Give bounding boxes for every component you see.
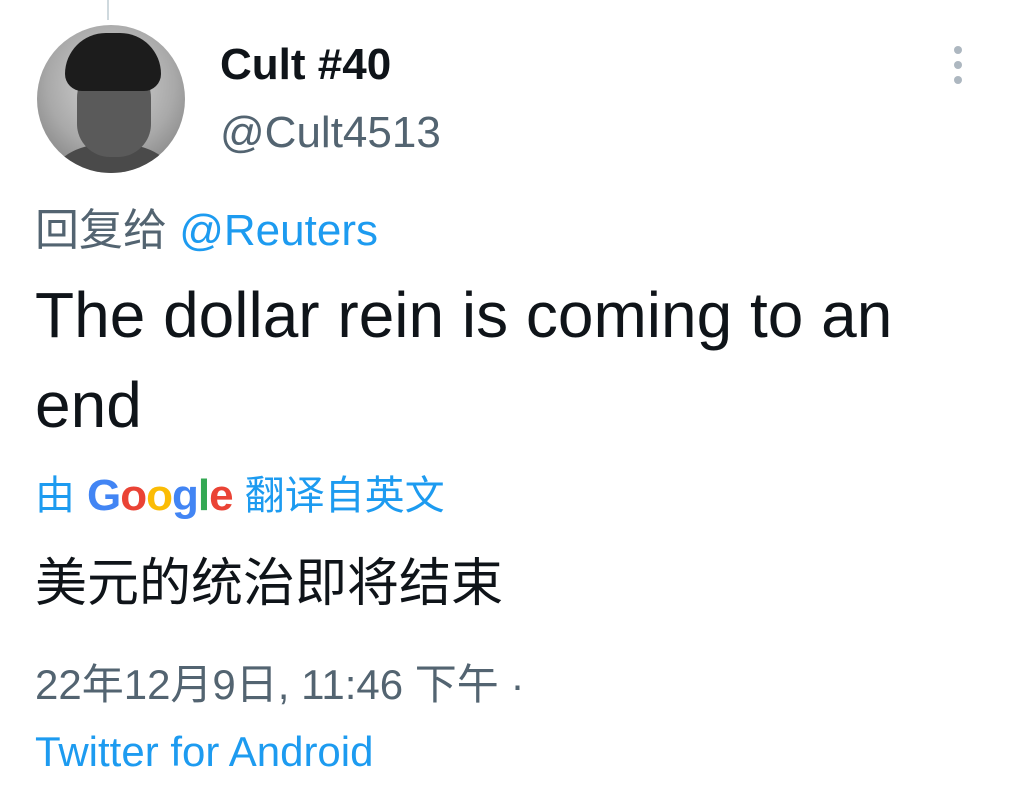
translated-text: 美元的统治即将结束 xyxy=(35,555,504,613)
google-logo-letter: o xyxy=(120,471,147,520)
google-logo-letter: o xyxy=(146,471,173,520)
avatar[interactable] xyxy=(37,25,185,173)
more-vertical-icon xyxy=(954,46,962,54)
google-logo-letter: G xyxy=(87,471,121,520)
translated-prefix: 由 xyxy=(35,474,75,518)
display-name[interactable]: Cult #40 xyxy=(220,40,391,90)
more-options-button[interactable] xyxy=(940,40,976,90)
tweet-text: The dollar rein is coming to an end xyxy=(35,279,893,441)
reply-mention-link[interactable]: @Reuters xyxy=(179,206,378,255)
thread-connector-line xyxy=(107,0,109,20)
google-logo-letter: g xyxy=(172,471,199,520)
tweet-timestamp[interactable]: 22年12月9日, 11:46 下午 · xyxy=(35,655,524,715)
translation-attribution: 由 Google 翻译自英文 xyxy=(35,468,445,524)
more-vertical-icon-dot xyxy=(954,76,962,84)
more-vertical-icon-dot xyxy=(954,61,962,69)
google-logo-letter: e xyxy=(209,471,234,520)
google-logo: Google xyxy=(87,468,234,524)
reply-prefix: 回复给 xyxy=(35,206,167,255)
google-logo-letter: l xyxy=(197,471,210,520)
user-handle[interactable]: @Cult4513 xyxy=(220,108,441,158)
reply-context: 回复给 @Reuters xyxy=(35,205,378,257)
avatar-hair xyxy=(65,33,161,91)
tweet-source-link[interactable]: Twitter for Android xyxy=(35,722,373,782)
translated-suffix: 翻译自英文 xyxy=(244,474,445,518)
